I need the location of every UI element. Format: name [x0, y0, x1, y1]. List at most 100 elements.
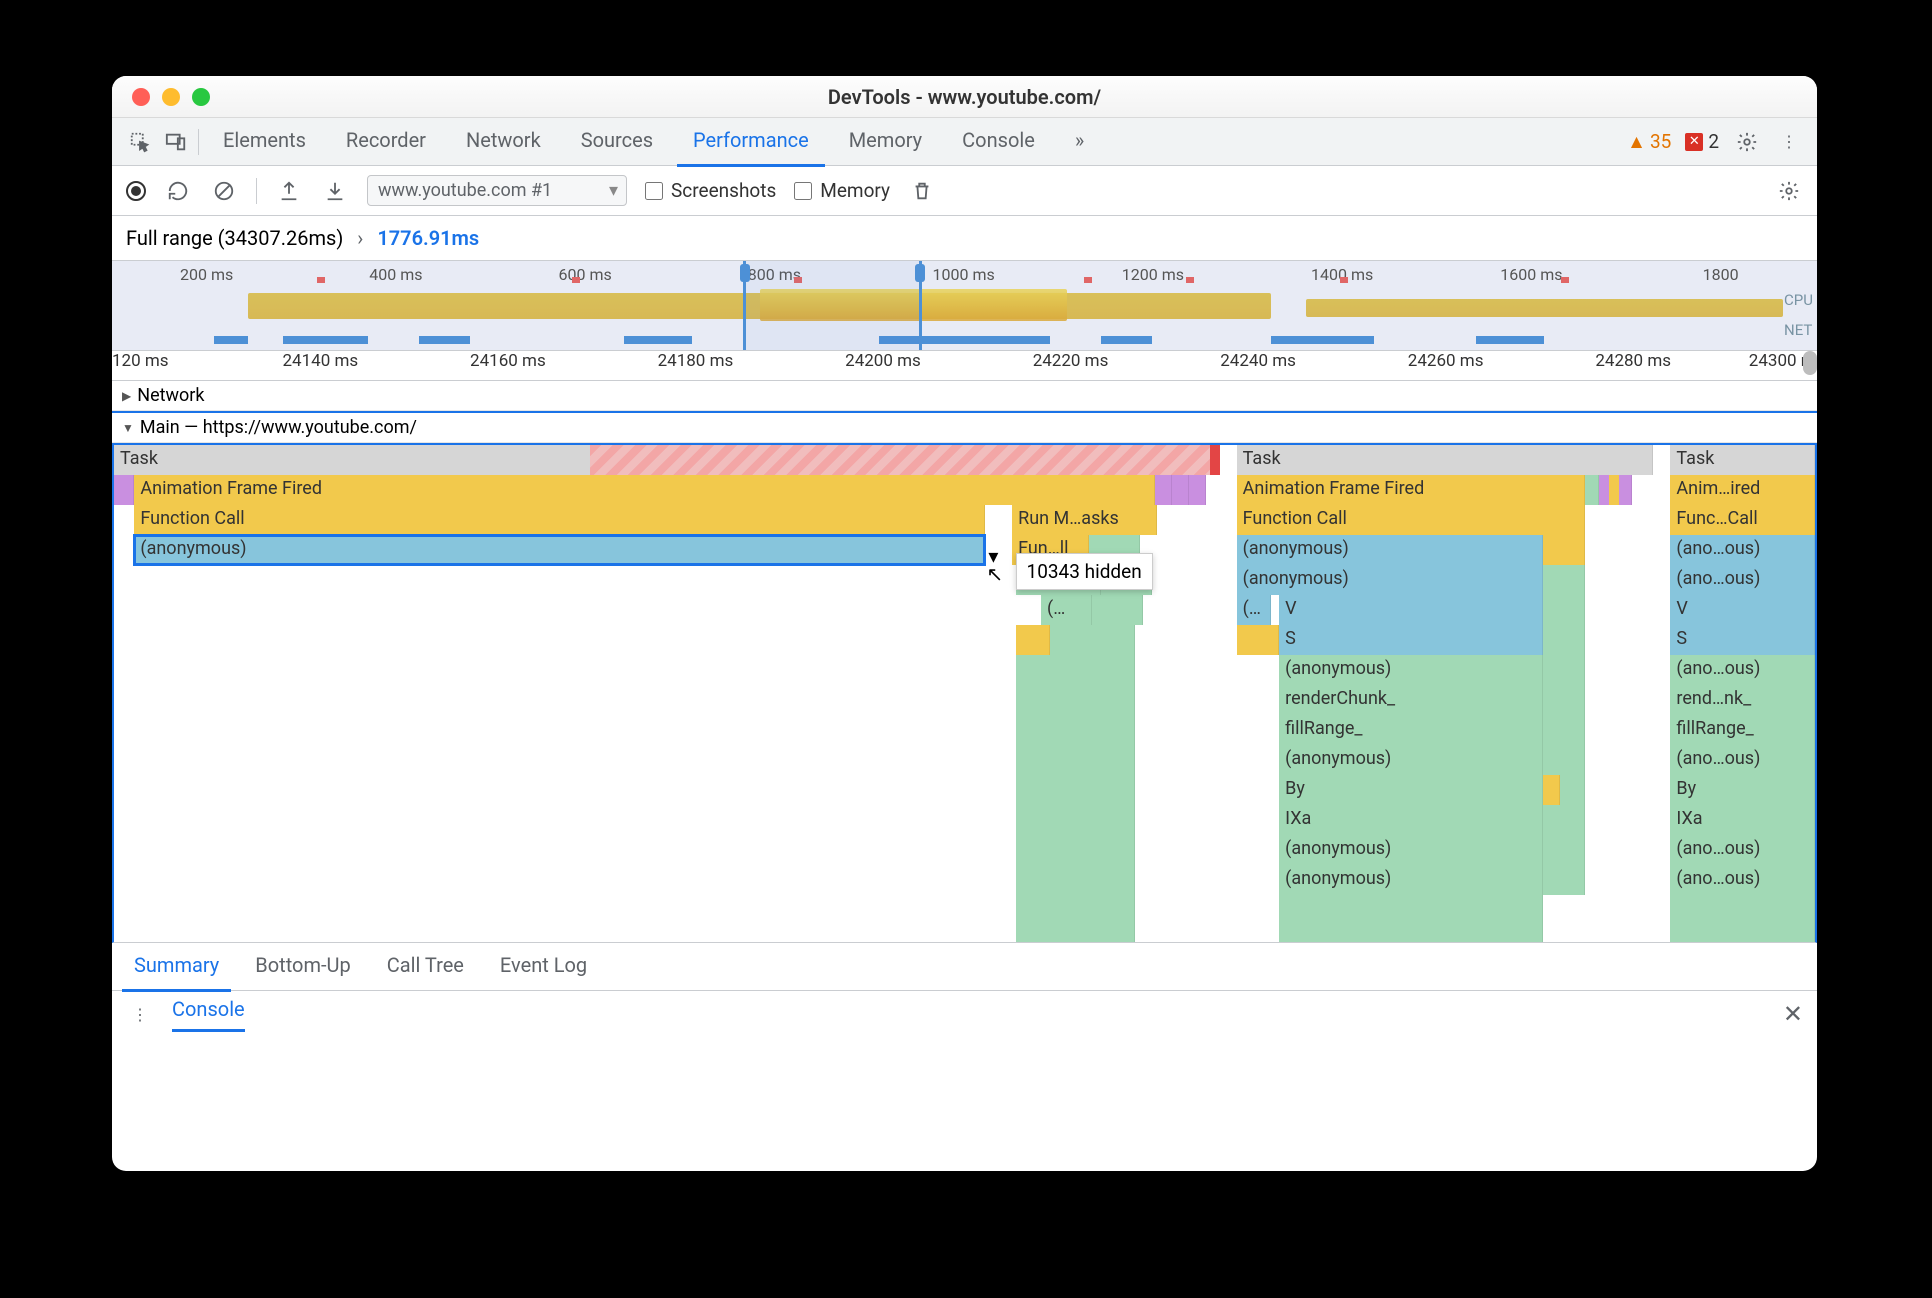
flame-segment[interactable]: [1016, 805, 1135, 835]
flame-segment[interactable]: (anonymous): [1237, 565, 1543, 595]
tab-network[interactable]: Network: [450, 116, 557, 167]
flame-chart[interactable]: Task Task Task Animation Frame Fired Ani…: [112, 443, 1817, 943]
selection-handle-left[interactable]: [740, 264, 750, 282]
overview-selection[interactable]: [743, 261, 922, 350]
ruler-scrollbar[interactable]: [1803, 351, 1817, 375]
tab-event-log[interactable]: Event Log: [488, 941, 599, 992]
flame-segment[interactable]: (ano…ous): [1670, 655, 1815, 685]
flame-segment[interactable]: V: [1279, 595, 1543, 625]
flame-segment[interactable]: [1092, 595, 1143, 625]
flame-segment[interactable]: [1543, 565, 1586, 595]
flame-segment[interactable]: [1016, 775, 1135, 805]
flame-segment[interactable]: (anonymous): [1279, 745, 1543, 775]
tab-sources[interactable]: Sources: [565, 116, 669, 167]
flame-segment[interactable]: [1560, 775, 1586, 805]
flame-segment[interactable]: [1016, 655, 1135, 685]
tab-elements[interactable]: Elements: [207, 116, 322, 167]
flame-segment[interactable]: rend…nk_: [1670, 685, 1815, 715]
flame-segment[interactable]: Task: [1237, 445, 1654, 475]
clear-button[interactable]: [210, 177, 238, 205]
flame-segment[interactable]: [1016, 685, 1135, 715]
current-range-label[interactable]: 1776.91ms: [377, 226, 479, 250]
flame-segment[interactable]: (ano…ous): [1670, 565, 1815, 595]
tab-recorder[interactable]: Recorder: [330, 116, 442, 167]
close-window-button[interactable]: [132, 88, 150, 106]
flame-segment[interactable]: Function Call: [134, 505, 985, 535]
flame-segment[interactable]: By: [1279, 775, 1543, 805]
flame-segment[interactable]: [1670, 895, 1815, 943]
console-tab[interactable]: Console: [172, 997, 245, 1032]
inspect-icon[interactable]: [126, 128, 154, 156]
flame-segment[interactable]: fillRange_: [1670, 715, 1815, 745]
flame-segment[interactable]: renderChunk_: [1279, 685, 1543, 715]
flame-segment[interactable]: Run M…asks: [1012, 505, 1157, 535]
flame-segment[interactable]: Func…Call: [1670, 505, 1815, 535]
tab-performance[interactable]: Performance: [677, 116, 825, 167]
flame-segment[interactable]: [1237, 625, 1280, 655]
flame-segment[interactable]: (anonymous): [1237, 535, 1543, 565]
flame-segment[interactable]: [1619, 475, 1632, 505]
flame-segment[interactable]: (ano…ous): [1670, 835, 1815, 865]
reload-button[interactable]: [164, 177, 192, 205]
flame-segment[interactable]: [1016, 895, 1135, 943]
flame-segment[interactable]: [114, 475, 134, 505]
flame-segment[interactable]: [1543, 685, 1586, 715]
flame-segment[interactable]: [1543, 625, 1586, 655]
tab-call-tree[interactable]: Call Tree: [375, 941, 476, 992]
memory-input[interactable]: [794, 182, 812, 200]
flame-segment[interactable]: [1585, 475, 1599, 505]
flame-segment[interactable]: [1543, 775, 1560, 805]
upload-profile-icon[interactable]: [275, 177, 303, 205]
flame-segment[interactable]: [1279, 895, 1543, 943]
flame-segment[interactable]: V: [1670, 595, 1815, 625]
maximize-window-button[interactable]: [192, 88, 210, 106]
record-button[interactable]: [126, 181, 146, 201]
flame-segment-selected[interactable]: (anonymous): [134, 535, 985, 565]
flame-segment[interactable]: IXa: [1670, 805, 1815, 835]
flame-segment[interactable]: [1155, 475, 1172, 505]
flame-segment[interactable]: [1543, 535, 1586, 565]
screenshots-input[interactable]: [645, 182, 663, 200]
panel-settings-icon[interactable]: [1775, 177, 1803, 205]
flame-segment[interactable]: [1189, 475, 1206, 505]
flame-segment[interactable]: (ano…ous): [1670, 535, 1815, 565]
minimize-window-button[interactable]: [162, 88, 180, 106]
flame-segment[interactable]: By: [1670, 775, 1815, 805]
flame-segment[interactable]: IXa: [1279, 805, 1543, 835]
flame-segment[interactable]: [1543, 865, 1586, 895]
flame-segment[interactable]: [1172, 475, 1189, 505]
console-menu-icon[interactable]: ⋮: [126, 1000, 154, 1028]
tab-more[interactable]: »: [1059, 116, 1100, 167]
flame-segment[interactable]: [1016, 715, 1135, 745]
warnings-count[interactable]: ▲ 35: [1627, 130, 1671, 154]
tab-memory[interactable]: Memory: [833, 116, 938, 167]
flame-segment[interactable]: (ano…ous): [1670, 865, 1815, 895]
flame-segment[interactable]: [1016, 835, 1135, 865]
flame-segment[interactable]: [1543, 655, 1586, 685]
tab-console[interactable]: Console: [946, 116, 1051, 167]
flame-segment[interactable]: S: [1279, 625, 1543, 655]
network-track-header[interactable]: ▶Network: [112, 381, 1817, 411]
flame-segment[interactable]: [1543, 835, 1586, 865]
collect-garbage-icon[interactable]: [908, 177, 936, 205]
flame-segment[interactable]: [1050, 625, 1135, 655]
flame-segment[interactable]: Task: [1670, 445, 1815, 475]
screenshots-checkbox[interactable]: Screenshots: [645, 179, 776, 202]
download-profile-icon[interactable]: [321, 177, 349, 205]
flame-segment[interactable]: (…: [1041, 595, 1092, 625]
full-range-label[interactable]: Full range (34307.26ms): [126, 226, 343, 250]
errors-count[interactable]: ✕2: [1685, 130, 1719, 153]
flame-segment[interactable]: (ano…ous): [1670, 745, 1815, 775]
close-drawer-icon[interactable]: ✕: [1783, 1000, 1803, 1028]
main-track-header[interactable]: ▼Main — https://www.youtube.com/: [112, 411, 1817, 443]
settings-icon[interactable]: [1733, 128, 1761, 156]
flame-segment[interactable]: (…: [1237, 595, 1271, 625]
overview-timeline[interactable]: 200 ms 400 ms 600 ms 800 ms 1000 ms 1200…: [112, 261, 1817, 351]
flame-segment[interactable]: (anonymous): [1279, 835, 1543, 865]
flame-segment[interactable]: [1543, 805, 1586, 835]
tab-bottom-up[interactable]: Bottom-Up: [243, 941, 362, 992]
flame-segment[interactable]: [1543, 715, 1586, 745]
flame-segment[interactable]: [1016, 745, 1135, 775]
flame-segment[interactable]: Animation Frame Fired: [134, 475, 1155, 505]
memory-checkbox[interactable]: Memory: [794, 179, 890, 202]
